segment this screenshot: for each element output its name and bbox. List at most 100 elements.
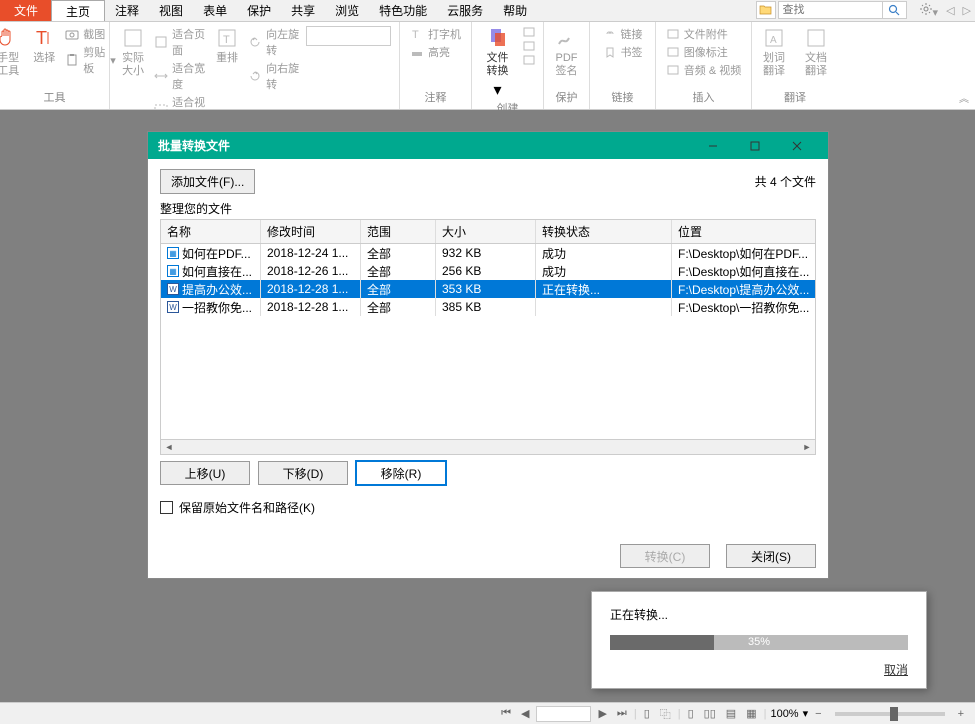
keep-original-label: 保留原始文件名和路径(K) bbox=[179, 499, 315, 516]
ribbon-group-label: 注释 bbox=[408, 89, 463, 107]
maximize-button[interactable] bbox=[734, 132, 776, 159]
menu-item[interactable]: 浏览 bbox=[325, 0, 369, 21]
th-size[interactable]: 大小 bbox=[436, 220, 536, 243]
first-page-icon[interactable]: ⏮ bbox=[498, 707, 514, 720]
create-small-2[interactable] bbox=[522, 40, 536, 52]
progress-label: 正在转换... bbox=[610, 606, 908, 623]
th-location[interactable]: 位置 bbox=[672, 220, 815, 243]
menu-item[interactable]: 共享 bbox=[281, 0, 325, 21]
fit-page-button[interactable]: 适合页面 bbox=[154, 26, 206, 58]
progress-cancel-link[interactable]: 取消 bbox=[610, 661, 908, 678]
close-dialog-button[interactable]: 关闭(S) bbox=[726, 544, 816, 568]
image-label-button[interactable]: 图像标注 bbox=[666, 44, 741, 60]
move-down-button[interactable]: 下移(D) bbox=[258, 461, 348, 485]
move-up-button[interactable]: 上移(U) bbox=[160, 461, 250, 485]
zoom-out-icon[interactable]: − bbox=[812, 708, 824, 720]
word-translate-button[interactable]: A 划词 翻译 bbox=[756, 26, 792, 78]
ribbon-group-label: 保护 bbox=[552, 89, 581, 107]
rotate-right-button[interactable]: 向右旋转 bbox=[248, 60, 300, 92]
layout-single-icon[interactable]: ▯ bbox=[641, 707, 653, 720]
rotate-left-button[interactable]: 向左旋转 bbox=[248, 26, 300, 58]
hand-tool-button[interactable]: 手型 工具 bbox=[0, 26, 23, 78]
svg-text:T: T bbox=[412, 29, 419, 40]
svg-text:T: T bbox=[223, 34, 230, 46]
scroll-left-icon[interactable]: ◄ bbox=[161, 440, 177, 454]
batch-convert-dialog: 批量转换文件 添加文件(F)... 共 4 个文件 整理您的文件 名称 修改时间… bbox=[147, 131, 829, 579]
keep-original-checkbox[interactable] bbox=[160, 501, 173, 514]
menu-item[interactable]: 注释 bbox=[105, 0, 149, 21]
clipboard-button[interactable]: 剪贴板▾ bbox=[65, 44, 115, 76]
view-input[interactable] bbox=[306, 26, 391, 46]
settings-icon[interactable]: ▾ bbox=[915, 2, 943, 19]
menu-item[interactable]: 特色功能 bbox=[369, 0, 437, 21]
zoom-in-icon[interactable]: + bbox=[955, 708, 967, 720]
attachment-button[interactable]: 文件附件 bbox=[666, 26, 741, 42]
menu-home[interactable]: 主页 bbox=[51, 0, 105, 21]
screenshot-button[interactable]: 截图 bbox=[65, 26, 115, 42]
bookmark-button[interactable]: 书签 bbox=[603, 44, 643, 60]
next-page-icon[interactable]: ▶ bbox=[595, 707, 609, 720]
menu-item[interactable]: 视图 bbox=[149, 0, 193, 21]
remove-button[interactable]: 移除(R) bbox=[356, 461, 446, 485]
th-date[interactable]: 修改时间 bbox=[261, 220, 361, 243]
create-small-1[interactable] bbox=[522, 26, 536, 38]
menu-bar: 文件 主页 注释视图表单保护共享浏览特色功能云服务帮助 ▾ ◁ ▷ bbox=[0, 0, 975, 22]
table-row[interactable]: ▦如何直接在...2018-12-26 1...全部256 KB成功F:\Des… bbox=[161, 262, 815, 280]
progress-text: 35% bbox=[610, 635, 908, 650]
zoom-slider[interactable] bbox=[835, 712, 945, 716]
search-input[interactable] bbox=[778, 1, 883, 19]
close-button[interactable] bbox=[776, 132, 818, 159]
select-tool-button[interactable]: T 选择 bbox=[29, 26, 59, 65]
workspace: 批量转换文件 添加文件(F)... 共 4 个文件 整理您的文件 名称 修改时间… bbox=[0, 110, 975, 702]
table-row[interactable]: W一招教你免...2018-12-28 1...全部385 KBF:\Deskt… bbox=[161, 298, 815, 316]
th-name[interactable]: 名称 bbox=[161, 220, 261, 243]
th-status[interactable]: 转换状态 bbox=[536, 220, 672, 243]
reflow-button[interactable]: T 重排 bbox=[212, 26, 242, 65]
doc-translate-button[interactable]: 文档 翻译 bbox=[798, 26, 834, 78]
layout-1-icon[interactable]: ▯ bbox=[685, 707, 697, 720]
table-row[interactable]: W提高办公效...2018-12-28 1...全部353 KB正在转换...F… bbox=[161, 280, 815, 298]
highlight-button[interactable]: 高亮 bbox=[410, 44, 461, 60]
status-bar: ⏮ ◀ ▶ ⏭ | ▯ ⿻ | ▯ ▯▯ ▤ ▦ | 100%▾ − + bbox=[0, 702, 975, 724]
scroll-right-icon[interactable]: ► bbox=[799, 440, 815, 454]
horizontal-scrollbar[interactable]: ◄ ► bbox=[161, 439, 815, 454]
search-icon[interactable] bbox=[883, 1, 907, 19]
menu-item[interactable]: 保护 bbox=[237, 0, 281, 21]
nav-prev-icon[interactable]: ◁ bbox=[942, 4, 958, 17]
av-button[interactable]: 音频 & 视频 bbox=[666, 62, 741, 78]
word-doc-icon: W bbox=[167, 301, 179, 313]
menu-item[interactable]: 表单 bbox=[193, 0, 237, 21]
fit-width-button[interactable]: 适合宽度 bbox=[154, 60, 206, 92]
create-small-3[interactable] bbox=[522, 54, 536, 66]
file-table: 名称 修改时间 范围 大小 转换状态 位置 ▦如何在PDF...2018-12-… bbox=[160, 219, 816, 455]
layout-3-icon[interactable]: ▤ bbox=[723, 707, 739, 720]
pdf-sign-button[interactable]: PDF 签名 bbox=[549, 26, 585, 78]
page-input[interactable] bbox=[536, 706, 591, 722]
actual-size-button[interactable]: 实际 大小 bbox=[118, 26, 148, 78]
menu-item[interactable]: 云服务 bbox=[437, 0, 493, 21]
ribbon-group-label: 工具 bbox=[8, 89, 101, 107]
file-count: 共 4 个文件 bbox=[755, 173, 816, 190]
layout-cont-icon[interactable]: ⿻ bbox=[657, 706, 674, 722]
ribbon-collapse-icon[interactable]: ︽ bbox=[959, 90, 969, 105]
add-file-button[interactable]: 添加文件(F)... bbox=[160, 169, 255, 194]
folder-open-icon[interactable] bbox=[756, 1, 776, 19]
layout-4-icon[interactable]: ▦ bbox=[743, 707, 759, 720]
link-button[interactable]: 链接 bbox=[603, 26, 643, 42]
nav-next-icon[interactable]: ▷ bbox=[959, 4, 975, 17]
th-range[interactable]: 范围 bbox=[361, 220, 436, 243]
last-page-icon[interactable]: ⏭ bbox=[614, 707, 630, 720]
layout-2-icon[interactable]: ▯▯ bbox=[701, 707, 719, 720]
menu-file[interactable]: 文件 bbox=[0, 0, 52, 21]
section-label: 整理您的文件 bbox=[160, 200, 816, 217]
dialog-titlebar: 批量转换文件 bbox=[148, 132, 828, 159]
ribbon: 手型 工具 T 选择 截图 剪贴板▾ 工具 实际 大 bbox=[0, 22, 975, 110]
ribbon-group-label: 插入 bbox=[664, 89, 743, 107]
dialog-title: 批量转换文件 bbox=[158, 137, 230, 154]
typewriter-button[interactable]: T打字机 bbox=[410, 26, 461, 42]
file-convert-button[interactable]: 文件 转换▾ bbox=[480, 26, 516, 100]
minimize-button[interactable] bbox=[692, 132, 734, 159]
prev-page-icon[interactable]: ◀ bbox=[518, 707, 532, 720]
menu-item[interactable]: 帮助 bbox=[493, 0, 537, 21]
table-row[interactable]: ▦如何在PDF...2018-12-24 1...全部932 KB成功F:\De… bbox=[161, 244, 815, 262]
